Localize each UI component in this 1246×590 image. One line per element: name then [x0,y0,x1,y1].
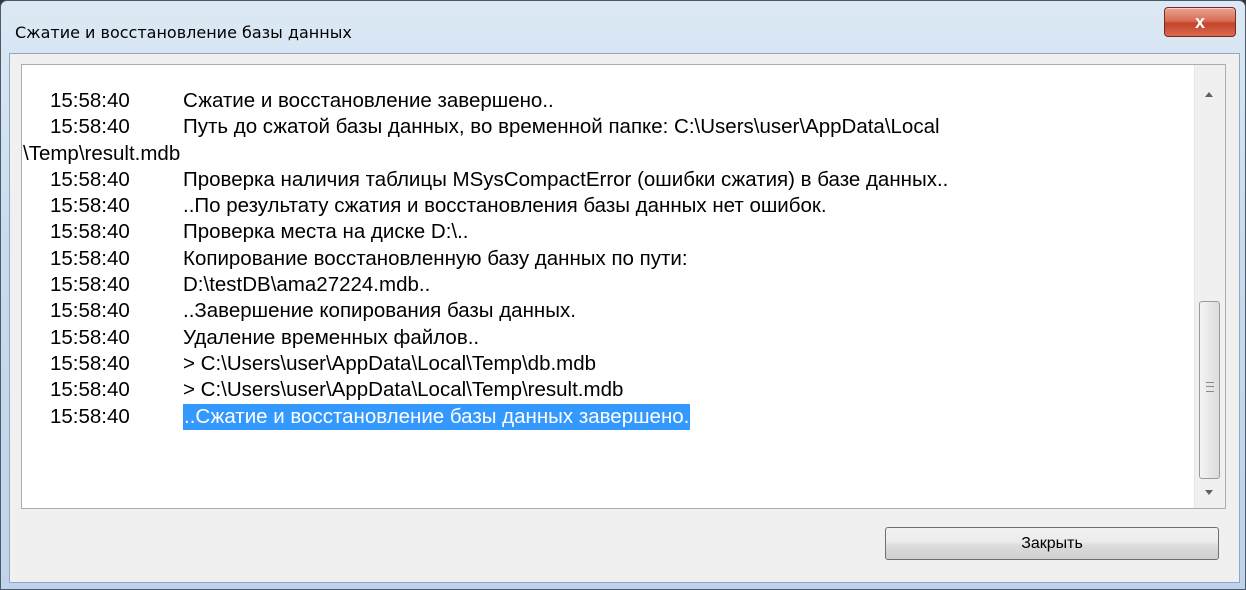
log-entry: \Temp\result.mdb [22,141,1190,167]
log-entry: 15:58:40 > C:\Users\user\AppData\Local\Te… [22,351,1190,377]
title-bar[interactable]: Сжатие и восстановление базы данных x [1,1,1245,53]
log-timestamp: 15:58:40 [50,115,130,139]
log-message: > C:\Users\user\AppData\Local\Temp\db.md… [183,351,597,375]
log-textbox[interactable]: 15:58:40 Сжатие и восстановление завершен… [21,64,1226,509]
log-timestamp: 15:58:40 [50,89,130,112]
log-timestamp: 15:58:40 [50,273,130,297]
log-entry: 15:58:40 D:\testDB\ama27224.mdb.. [22,272,1190,298]
log-message: Проверка места на диске D:\.. [183,220,469,244]
log-entry: 15:58:40 Проверка наличия таблицы MSysCom… [22,167,1190,193]
log-timestamp: 15:58:40 [50,325,130,349]
log-entry: 15:58:40 Удаление временных файлов.. [22,325,1190,351]
log-message: Сжатие и восстановление завершено.. [183,89,554,112]
scroll-down-arrow-icon[interactable] [1205,490,1213,495]
log-entry: 15:58:40 Сжатие и восстановление завершен… [22,88,1190,114]
log-message: ..Сжатие и восстановление базы данных за… [183,403,691,430]
log-lines: 15:58:40 Сжатие и восстановление завершен… [22,88,1190,430]
log-timestamp: 15:58:40 [50,351,130,375]
vertical-scrollbar[interactable] [1194,65,1225,508]
log-entry: 15:58:40 > C:\Users\user\AppData\Local\Te… [22,377,1190,403]
log-message: \Temp\result.mdb [23,141,181,165]
log-entry: 15:58:40 Путь до сжатой базы данных, во в… [22,114,1190,140]
scroll-up-arrow-icon[interactable] [1205,92,1213,97]
log-timestamp: 15:58:40 [50,378,130,402]
log-entry: 15:58:40 Проверка места на диске D:\.. [22,219,1190,245]
dialog-client-area: 15:58:40 Сжатие и восстановление завершен… [9,53,1240,583]
log-entry: 15:58:40 ..По результату сжатия и восстан… [22,193,1190,219]
log-timestamp: 15:58:40 [50,220,130,244]
log-message: > C:\Users\user\AppData\Local\Temp\resul… [183,378,624,402]
log-message: Удаление временных файлов.. [183,325,480,349]
log-message: Проверка наличия таблицы MSysCompactErro… [183,167,949,191]
log-timestamp: 15:58:40 [50,194,130,218]
log-entry: 15:58:40 ..Завершение копирования базы да… [22,298,1190,324]
log-entry: 15:58:40 ..Сжатие и восстановление базы д… [22,403,1190,430]
log-timestamp: 15:58:40 [50,167,130,191]
log-timestamp: 15:58:40 [50,246,130,270]
scrollbar-thumb[interactable] [1199,301,1220,479]
close-dialog-button[interactable]: Закрыть [885,527,1219,560]
window-title: Сжатие и восстановление базы данных [15,23,352,42]
log-message: ..По результату сжатия и восстановления … [183,194,827,218]
window-close-button[interactable]: x [1164,7,1236,37]
log-message: ..Завершение копирования базы данных. [183,299,576,323]
dialog-window: Сжатие и восстановление базы данных x 15… [0,0,1246,590]
log-entry: 15:58:40 Копирование восстановленную базу… [22,246,1190,272]
log-timestamp: 15:58:40 [50,299,130,323]
log-message: Копирование восстановленную базу данных … [183,246,688,270]
close-icon: x [1194,11,1205,32]
log-message: Путь до сжатой базы данных, во временной… [183,115,940,139]
grip-icon [1206,382,1214,392]
log-message: D:\testDB\ama27224.mdb.. [183,273,431,297]
log-timestamp: 15:58:40 [50,404,130,428]
